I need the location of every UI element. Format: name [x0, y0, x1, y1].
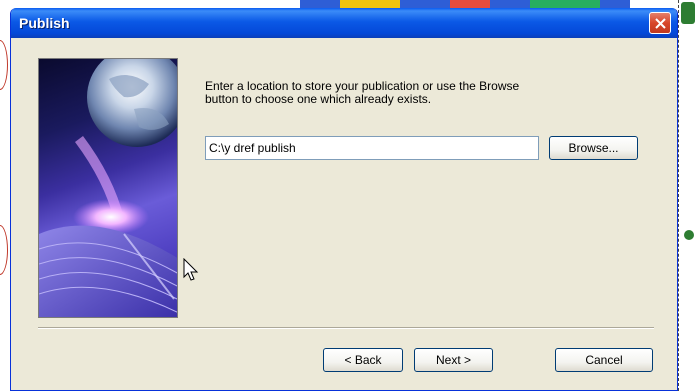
background-decoration: [0, 40, 8, 90]
globe-book-illustration: [38, 58, 178, 318]
background-decoration: [0, 225, 8, 275]
publish-location-input[interactable]: C:\y dref publish: [205, 136, 539, 160]
title-bar[interactable]: Publish: [11, 8, 677, 38]
instruction-text: Enter a location to store your publicati…: [205, 80, 645, 106]
background-decoration: [684, 230, 694, 240]
dialog-body: Enter a location to store your publicati…: [11, 38, 677, 390]
mouse-pointer-icon: [183, 258, 199, 281]
illustration-art: [39, 59, 177, 317]
close-icon: [655, 18, 666, 29]
close-button[interactable]: [649, 12, 671, 34]
background-decoration: [681, 2, 695, 24]
divider: [38, 327, 654, 329]
dialog-title: Publish: [19, 15, 70, 31]
instruction-line-2: button to choose one which already exist…: [205, 92, 432, 106]
back-button[interactable]: < Back: [323, 348, 403, 372]
browse-button[interactable]: Browse...: [549, 136, 638, 160]
next-button[interactable]: Next >: [414, 348, 493, 372]
desktop-background-left: [0, 0, 10, 391]
desktop-background-right: [678, 0, 696, 391]
cancel-button[interactable]: Cancel: [555, 348, 653, 372]
desktop-background-top: [300, 0, 630, 8]
publish-dialog: Publish Enter a location to store your p…: [10, 8, 678, 391]
